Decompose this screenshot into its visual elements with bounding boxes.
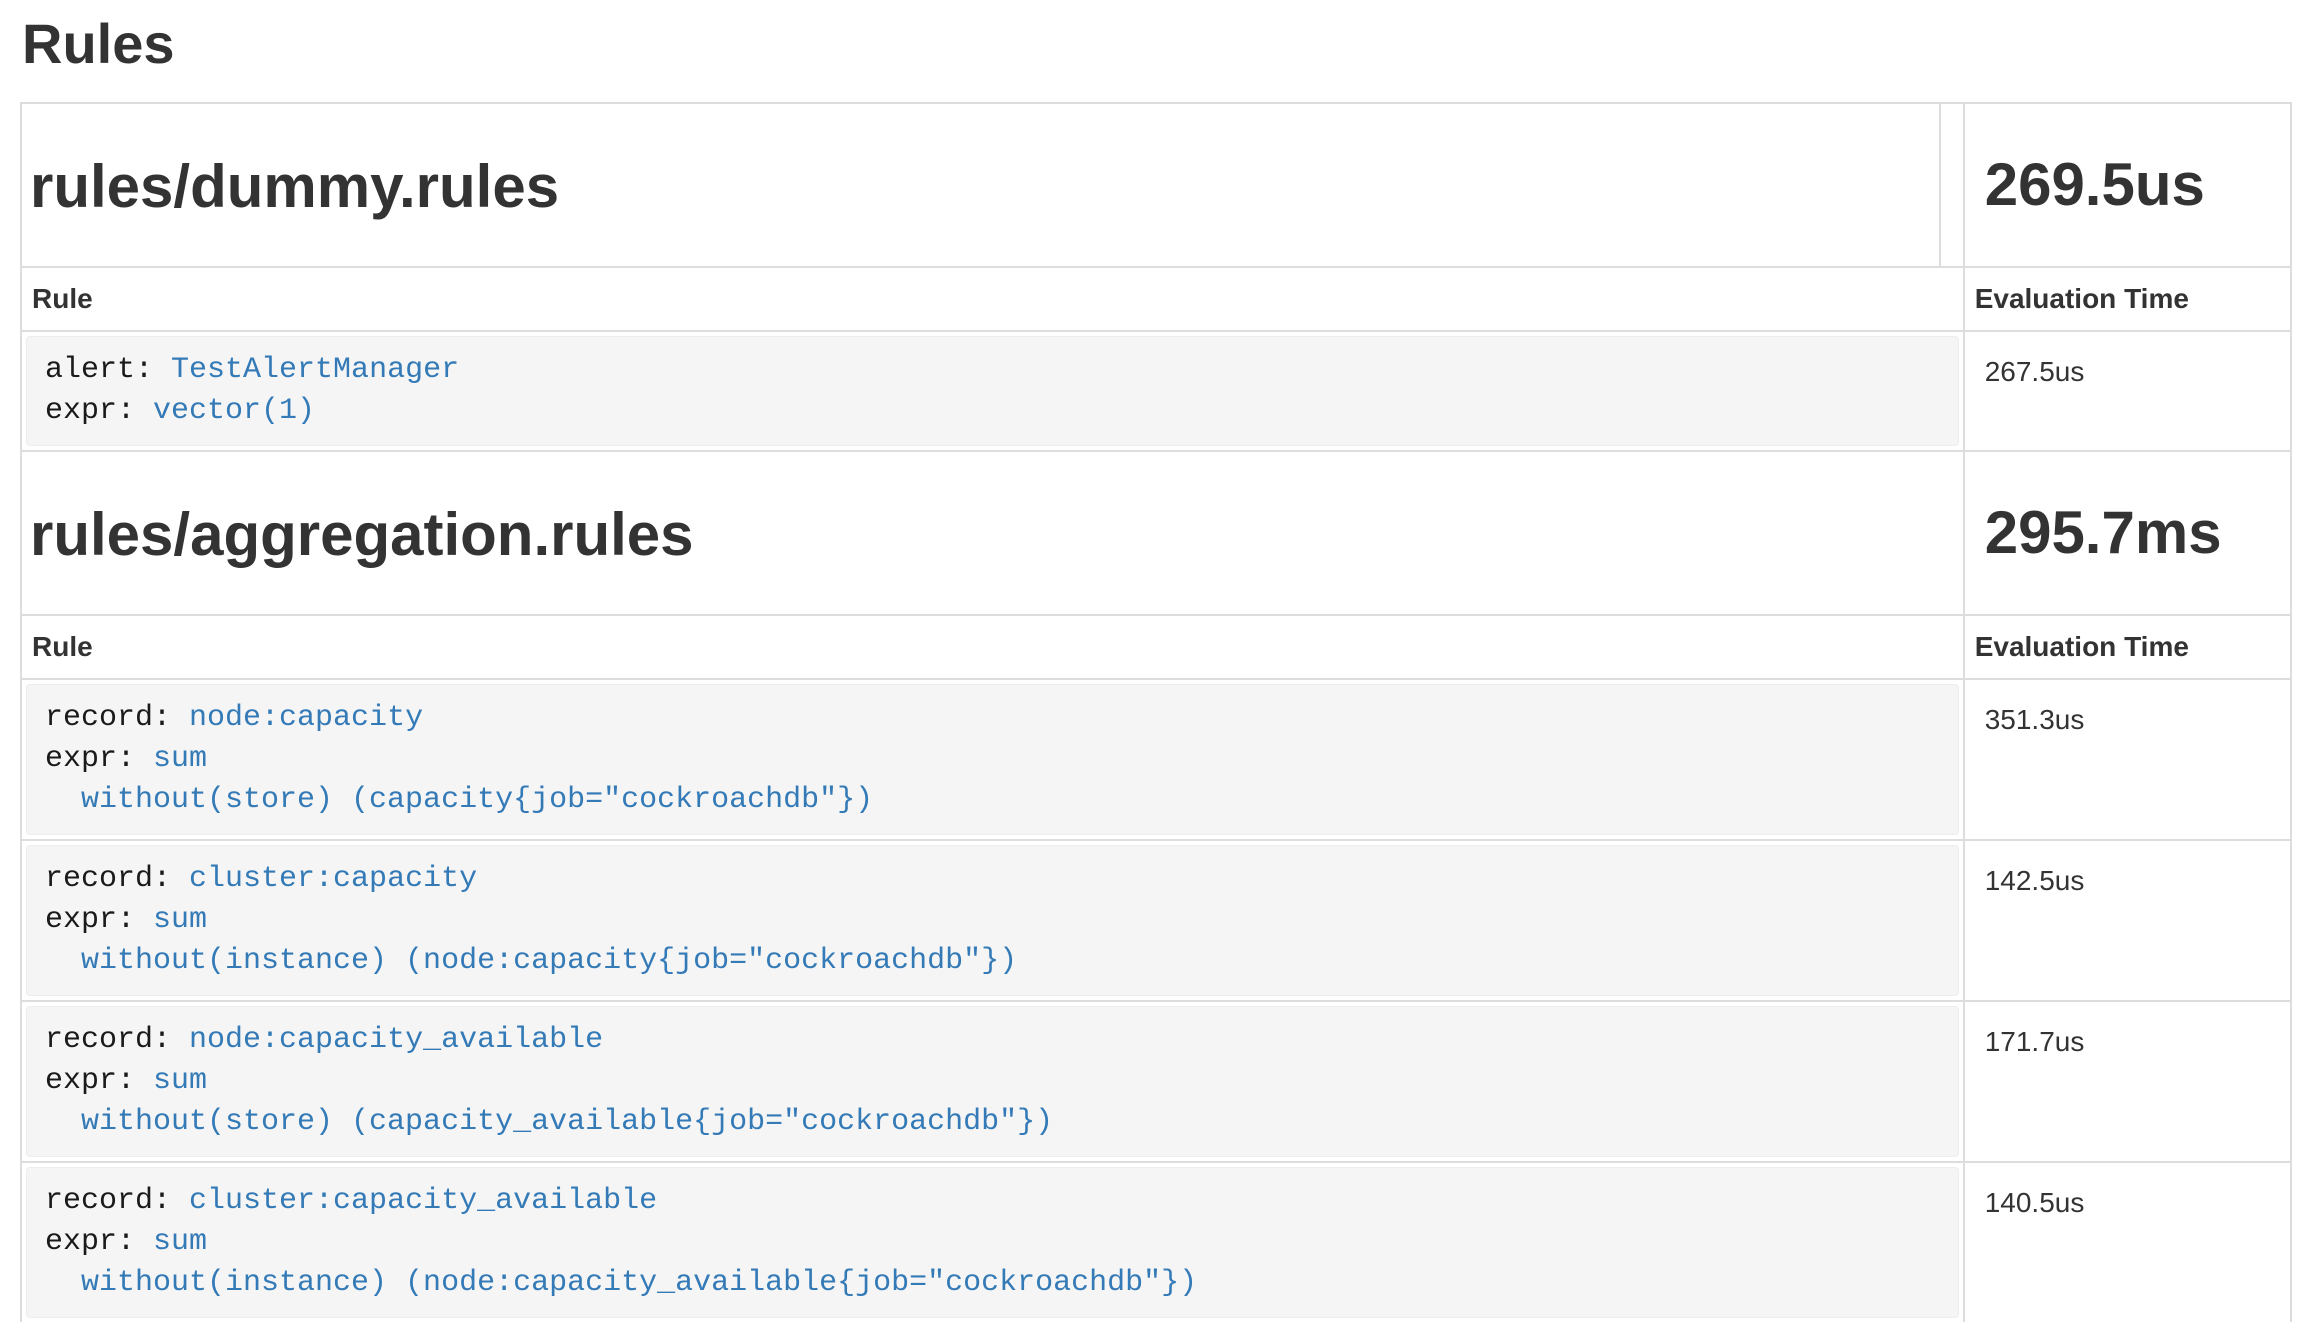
rule-group-header-row: rules/aggregation.rules 295.7ms — [21, 451, 2291, 615]
rules-table: rules/dummy.rules 269.5us Rule Evaluatio… — [20, 102, 2292, 1322]
rule-evaluation-time: 351.3us — [1964, 679, 2291, 840]
rule-group-evaluation-time: 269.5us — [1964, 103, 2291, 267]
rule-group-title: rules/dummy.rules — [30, 154, 1931, 220]
rule-row: record: node:capacity expr: sum without(s… — [21, 679, 2291, 840]
rule-row: record: node:capacity_available expr: sum… — [21, 1001, 2291, 1162]
rule-keyword: record: — [45, 1023, 189, 1057]
rule-definition-cell: record: node:capacity expr: sum without(s… — [21, 679, 1964, 840]
rule-expr-link[interactable]: vector(1) — [153, 394, 315, 428]
rule-keyword: record: — [45, 862, 189, 896]
rule-evaluation-time: 267.5us — [1964, 331, 2291, 451]
rule-keyword: alert: — [45, 353, 171, 387]
rule-name-link[interactable]: node:capacity_available — [189, 1023, 603, 1057]
rule-keyword: expr: — [45, 1064, 153, 1098]
evaluation-time-column-header: Evaluation Time — [1964, 267, 2291, 331]
rule-name-link[interactable]: cluster:capacity — [189, 862, 477, 896]
rule-group-header-row: rules/dummy.rules 269.5us — [21, 103, 2291, 267]
rule-expr-link[interactable]: sum without(store) (capacity{job="cockro… — [45, 742, 873, 817]
rule-group-evaluation-time: 295.7ms — [1964, 451, 2291, 615]
group-header-spacer-cell — [1940, 103, 1964, 267]
rule-keyword: expr: — [45, 1225, 153, 1259]
rule-definition-cell: record: cluster:capacity expr: sum withou… — [21, 840, 1964, 1001]
rules-page: Rules rules/dummy.rules 269.5us Rule Eva… — [0, 12, 2316, 1322]
column-header-row: Rule Evaluation Time — [21, 615, 2291, 679]
rule-name-link[interactable]: cluster:capacity_available — [189, 1184, 657, 1218]
rule-group-title-cell: rules/dummy.rules — [21, 103, 1940, 267]
rule-expr-link[interactable]: sum without(store) (capacity_available{j… — [45, 1064, 1053, 1139]
rule-definition-cell: alert: TestAlertManager expr: vector(1) — [21, 331, 1964, 451]
rule-expr-link[interactable]: sum without(instance) (node:capacity{job… — [45, 903, 1017, 978]
rule-keyword: expr: — [45, 394, 153, 428]
rule-keyword: expr: — [45, 903, 153, 937]
rule-keyword: expr: — [45, 742, 153, 776]
rule-keyword: record: — [45, 1184, 189, 1218]
rule-name-link[interactable]: node:capacity — [189, 701, 423, 735]
rule-keyword: record: — [45, 701, 189, 735]
rule-row: record: cluster:capacity_availableexpr: … — [21, 1162, 2291, 1322]
evaluation-time-column-header: Evaluation Time — [1964, 615, 2291, 679]
column-header-row: Rule Evaluation Time — [21, 267, 2291, 331]
rule-definition: alert: TestAlertManager expr: vector(1) — [26, 336, 1959, 446]
rule-definition: record: node:capacity_available expr: sum… — [26, 1006, 1959, 1157]
page-title: Rules — [22, 12, 2296, 76]
rule-name-link[interactable]: TestAlertManager — [171, 353, 459, 387]
rule-column-header: Rule — [21, 267, 1964, 331]
rule-definition-cell: record: node:capacity_available expr: sum… — [21, 1001, 1964, 1162]
rule-group-title-cell: rules/aggregation.rules — [21, 451, 1964, 615]
rule-evaluation-time: 140.5us — [1964, 1162, 2291, 1322]
rule-row: record: cluster:capacity expr: sum withou… — [21, 840, 2291, 1001]
rule-expr-link[interactable]: sum without(instance) (node:capacity_ava… — [45, 1225, 1197, 1300]
rule-column-header: Rule — [21, 615, 1964, 679]
rule-row: alert: TestAlertManager expr: vector(1) 2… — [21, 331, 2291, 451]
rule-definition: record: cluster:capacity expr: sum withou… — [26, 845, 1959, 996]
rule-group-title: rules/aggregation.rules — [30, 502, 1955, 568]
rule-evaluation-time: 171.7us — [1964, 1001, 2291, 1162]
rule-definition: record: cluster:capacity_availableexpr: … — [26, 1167, 1959, 1318]
rule-definition: record: node:capacity expr: sum without(s… — [26, 684, 1959, 835]
rule-definition-cell: record: cluster:capacity_availableexpr: … — [21, 1162, 1964, 1322]
rule-evaluation-time: 142.5us — [1964, 840, 2291, 1001]
